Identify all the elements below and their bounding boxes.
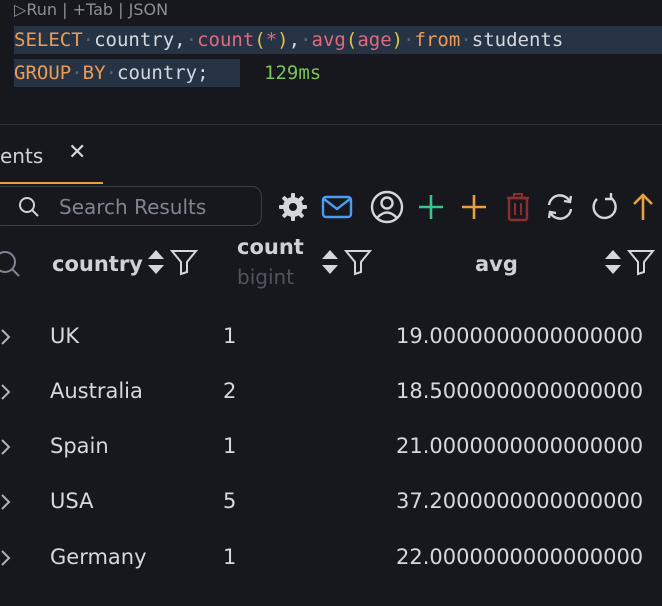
run-codelens[interactable]: ▷Run bbox=[14, 0, 57, 19]
sql-editor[interactable]: ▷Run | +Tab | JSON SELECT·country,·count… bbox=[0, 0, 662, 124]
settings-button[interactable] bbox=[276, 190, 310, 224]
search-input[interactable] bbox=[57, 191, 251, 223]
cell-count: 1 bbox=[223, 324, 237, 348]
column-header-count[interactable]: count bbox=[237, 235, 304, 259]
account-button[interactable] bbox=[370, 190, 404, 224]
add-column-button[interactable] bbox=[457, 190, 491, 224]
cell-avg: 21.0000000000000000 bbox=[396, 434, 644, 458]
gear-icon bbox=[279, 193, 307, 221]
sort-icon bbox=[148, 250, 164, 274]
code-line-2: GROUP·BY·country; bbox=[14, 62, 209, 84]
codelens-bar: ▷Run | +Tab | JSON bbox=[14, 0, 169, 19]
cell-country: UK bbox=[50, 324, 80, 348]
cell-country: Germany bbox=[50, 545, 147, 569]
sort-icon bbox=[322, 250, 338, 274]
tab-label: ents bbox=[0, 144, 44, 168]
cell-avg: 37.2000000000000000 bbox=[396, 489, 644, 513]
sort-filter-avg bbox=[605, 250, 655, 276]
sort-icon bbox=[605, 250, 621, 274]
cell-count: 1 bbox=[223, 545, 237, 569]
json-codelens[interactable]: JSON bbox=[129, 0, 168, 19]
email-button[interactable] bbox=[320, 190, 354, 224]
user-icon bbox=[370, 190, 404, 224]
upload-button[interactable] bbox=[626, 190, 660, 224]
column-type-count: bigint bbox=[237, 265, 295, 289]
cell-country: USA bbox=[50, 489, 94, 513]
refresh-button[interactable] bbox=[587, 190, 621, 224]
tab-codelens[interactable]: +Tab bbox=[73, 0, 114, 19]
column-header-avg[interactable]: avg bbox=[475, 252, 518, 276]
table-row[interactable]: Germany 1 22.0000000000000000 bbox=[0, 531, 662, 585]
panel-divider bbox=[0, 124, 662, 125]
code-line-1: SELECT·country,·count(*),·avg(age)·from·… bbox=[14, 29, 564, 51]
results-tab[interactable]: ents ✕ bbox=[0, 138, 103, 184]
cell-country: Australia bbox=[50, 379, 143, 403]
table-row[interactable]: USA 5 37.2000000000000000 bbox=[0, 475, 662, 529]
chevron-right-icon[interactable] bbox=[0, 327, 14, 347]
add-row-button[interactable] bbox=[414, 190, 448, 224]
filter-icon bbox=[343, 250, 372, 276]
mail-icon bbox=[321, 195, 353, 219]
sync-icon bbox=[547, 194, 573, 220]
chevron-right-icon[interactable] bbox=[0, 492, 14, 512]
table-row[interactable]: Spain 1 21.0000000000000000 bbox=[0, 420, 662, 474]
trash-icon bbox=[507, 193, 529, 222]
cell-avg: 18.5000000000000000 bbox=[396, 379, 644, 403]
delete-button[interactable] bbox=[501, 190, 535, 224]
arrow-up-icon bbox=[633, 193, 653, 220]
refresh-icon bbox=[592, 193, 617, 220]
sync-button[interactable] bbox=[543, 190, 577, 224]
table-row[interactable]: UK 1 19.0000000000000000 bbox=[0, 310, 662, 364]
filter-icon bbox=[626, 250, 655, 276]
active-tab-indicator bbox=[0, 182, 103, 184]
execution-time: 129ms bbox=[264, 62, 322, 84]
search-icon bbox=[19, 197, 39, 217]
plus-icon bbox=[419, 195, 443, 219]
chevron-right-icon[interactable] bbox=[0, 382, 14, 402]
table-row[interactable]: Australia 2 18.5000000000000000 bbox=[0, 365, 662, 419]
sort-filter-country bbox=[148, 250, 198, 276]
cell-count: 2 bbox=[223, 379, 237, 403]
cell-count: 1 bbox=[223, 434, 237, 458]
filter-icon bbox=[169, 250, 198, 276]
chevron-right-icon[interactable] bbox=[0, 437, 14, 457]
cell-count: 5 bbox=[223, 489, 237, 513]
column-header-country[interactable]: country bbox=[52, 252, 143, 276]
cell-avg: 19.0000000000000000 bbox=[396, 324, 644, 348]
plus-icon bbox=[462, 195, 486, 219]
close-icon[interactable]: ✕ bbox=[68, 138, 86, 168]
cell-avg: 22.0000000000000000 bbox=[396, 545, 644, 569]
chevron-right-icon[interactable] bbox=[0, 548, 14, 568]
search-box[interactable] bbox=[0, 186, 262, 226]
sort-filter-count bbox=[322, 250, 372, 276]
cell-country: Spain bbox=[50, 434, 109, 458]
